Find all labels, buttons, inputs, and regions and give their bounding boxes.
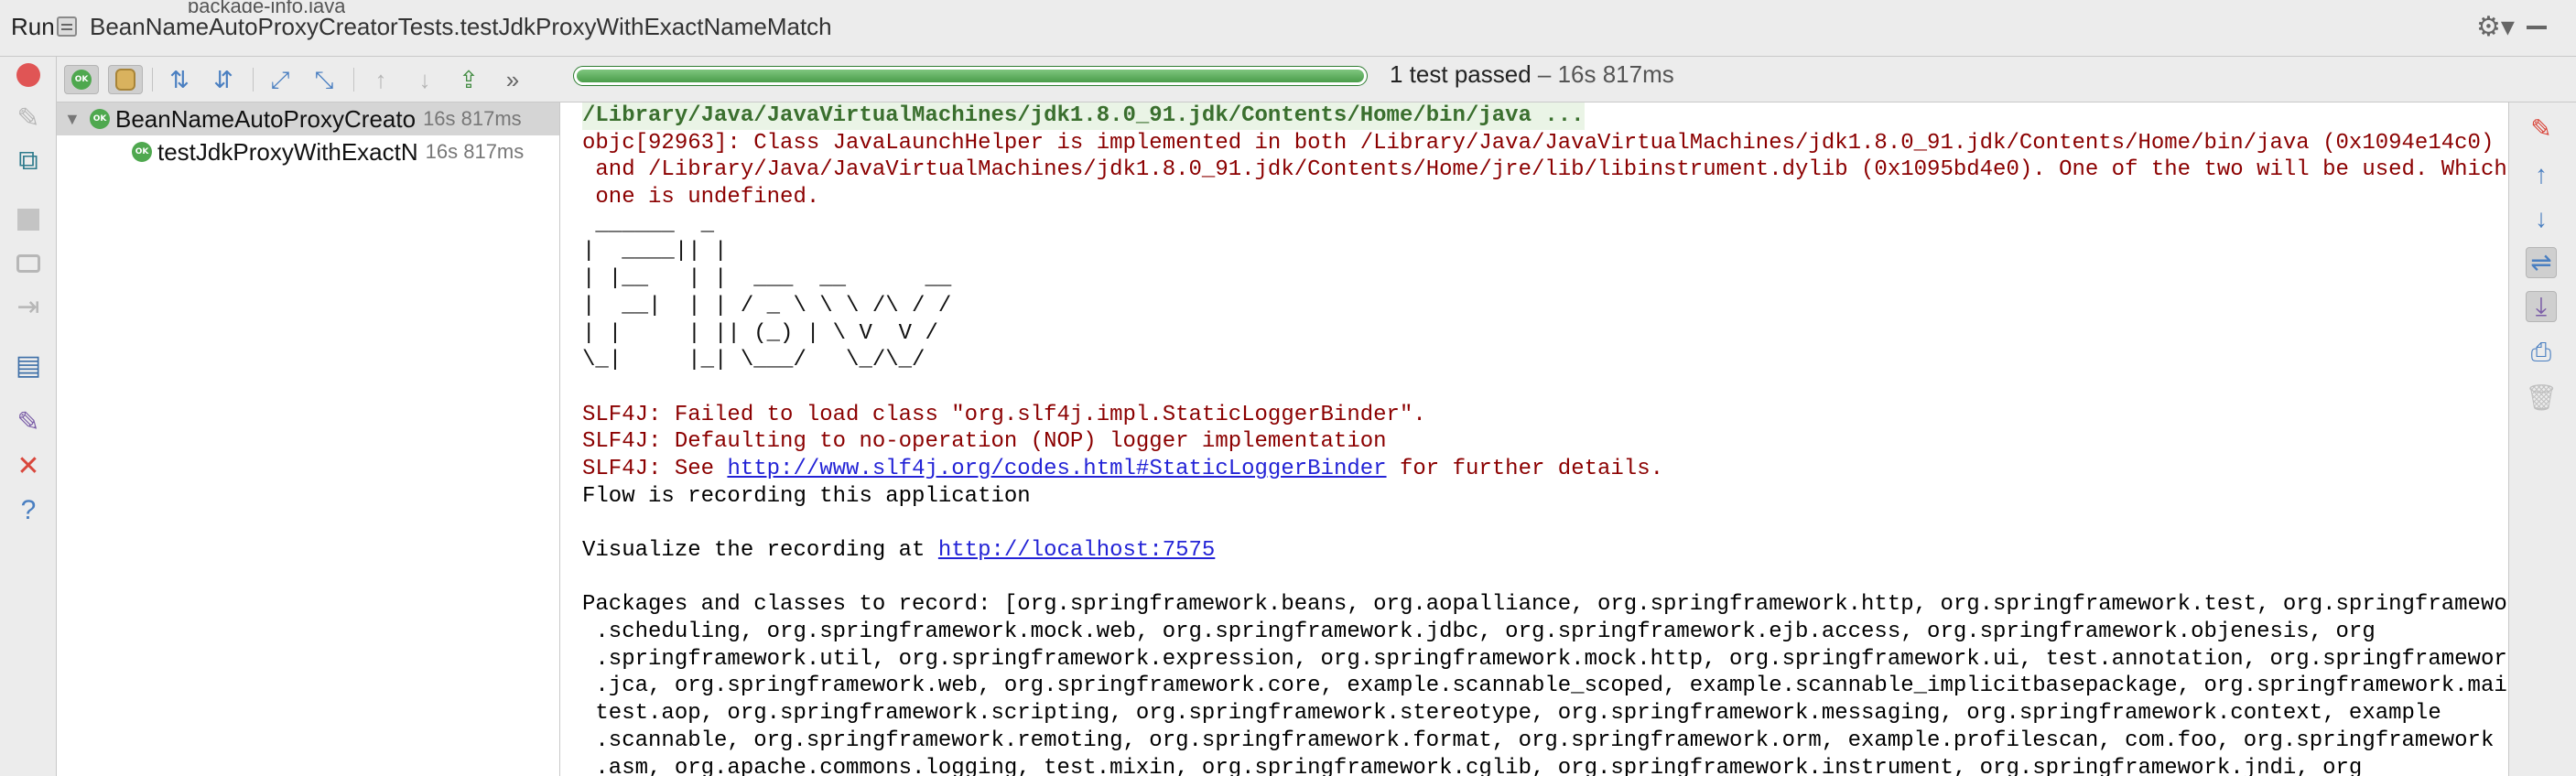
export-results-icon[interactable]: ⇪: [454, 65, 483, 94]
progress-bar: [573, 66, 1368, 86]
tree-item-label: testJdkProxyWithExactN: [157, 137, 418, 166]
sort-alphabetically-icon[interactable]: ⇅: [165, 65, 194, 94]
tree-item-duration: 16s 817ms: [423, 107, 522, 130]
trash-icon[interactable]: 🗑: [2525, 383, 2558, 414]
packages-line: .scheduling, org.springframework.mock.we…: [582, 620, 2376, 645]
packages-line: .springframework.util, org.springframewo…: [582, 646, 2508, 672]
exit-icon[interactable]: ⇥: [14, 293, 43, 322]
flow-recording-line: Flow is recording this application: [582, 483, 1031, 509]
collapse-all-icon[interactable]: ⤡: [309, 65, 339, 94]
close-icon[interactable]: ✕: [14, 452, 43, 481]
partial-editor-tab: package-info.java: [188, 0, 346, 13]
tree-item-class[interactable]: ▼ OK BeanNameAutoProxyCreato 16s 817ms: [57, 102, 559, 135]
next-failed-icon[interactable]: ↓: [410, 65, 439, 94]
title-bar: package-info.java Run BeanNameAutoProxyC…: [0, 0, 2576, 57]
packages-line: .scannable, org.springframework.remoting…: [582, 728, 2495, 753]
sort-by-duration-icon[interactable]: ⇵: [209, 65, 238, 94]
up-arrow-icon[interactable]: ↑: [2526, 159, 2557, 190]
scroll-to-end-icon[interactable]: ⤓: [2526, 291, 2557, 322]
tree-item-test[interactable]: OK testJdkProxyWithExactN 16s 817ms: [57, 135, 559, 168]
stop-all-icon[interactable]: [14, 60, 43, 90]
show-ignored-icon[interactable]: [108, 65, 143, 94]
edit-icon[interactable]: ✎: [2526, 113, 2557, 145]
test-status: 1 test passed – 16s 817ms: [1390, 60, 1674, 88]
console-command: /Library/Java/JavaVirtualMachines/jdk1.8…: [582, 102, 1585, 130]
hide-panel-icon[interactable]: [2527, 26, 2547, 29]
more-icon[interactable]: »: [498, 65, 527, 94]
tree-item-label: BeanNameAutoProxyCreato: [115, 104, 417, 133]
packages-line: .asm, org.apache.commons.logging, test.m…: [582, 755, 2363, 776]
down-arrow-icon[interactable]: ↓: [2526, 203, 2557, 234]
progress-fill: [577, 70, 1364, 82]
stop-icon[interactable]: [14, 205, 43, 234]
soft-wrap-icon[interactable]: ⇌: [2526, 247, 2557, 278]
layout-icon[interactable]: ▤: [14, 351, 43, 381]
visualize-line: Visualize the recording at http://localh…: [582, 538, 1216, 563]
run-config-icon: [57, 16, 77, 37]
ok-icon: OK: [132, 142, 152, 162]
status-duration: – 16s 817ms: [1531, 60, 1674, 88]
ascii-art-line: \_| |_| \___/ \_/\_/: [582, 348, 925, 373]
pin-icon[interactable]: ✎: [14, 104, 43, 134]
console-objc-line: one is undefined.: [582, 185, 820, 210]
ascii-art-line: | ____|| |: [582, 239, 728, 264]
chevron-down-icon[interactable]: ▼: [64, 110, 81, 129]
help-icon[interactable]: ?: [14, 496, 43, 525]
run-config-name[interactable]: BeanNameAutoProxyCreatorTests.testJdkPro…: [90, 13, 832, 41]
run-label: Run: [11, 13, 55, 40]
ascii-art-line: | | | || (_) | \ V V /: [582, 320, 938, 346]
console-objc-line: and /Library/Java/JavaVirtualMachines/jd…: [582, 157, 2507, 183]
restore-layout-icon[interactable]: ⧉: [14, 146, 43, 176]
localhost-link[interactable]: http://localhost:7575: [938, 538, 1215, 563]
gear-icon[interactable]: ⚙▾: [2476, 11, 2515, 43]
packages-line: .jca, org.springframework.web, org.sprin…: [582, 674, 2508, 699]
pin-tab-icon[interactable]: ✎: [14, 408, 43, 437]
ascii-art-line: ______ _: [582, 211, 715, 237]
previous-failed-icon[interactable]: ↑: [366, 65, 395, 94]
print-icon[interactable]: ⎙: [2526, 337, 2557, 368]
console-output[interactable]: /Library/Java/JavaVirtualMachines/jdk1.8…: [560, 102, 2508, 776]
test-tree: ▼ OK BeanNameAutoProxyCreato 16s 817ms O…: [57, 102, 560, 776]
packages-line: test.aop, org.springframework.scripting,…: [582, 701, 2441, 727]
ascii-art-line: | __| | | / _ \ \ \ /\ / /: [582, 293, 952, 318]
ok-icon: OK: [90, 109, 110, 129]
dump-threads-icon[interactable]: [14, 249, 43, 278]
show-passed-icon[interactable]: OK: [64, 65, 99, 94]
slf4j-line: SLF4J: Failed to load class "org.slf4j.i…: [582, 402, 1426, 427]
slf4j-line: SLF4J: Defaulting to no-operation (NOP) …: [582, 429, 1387, 455]
tree-item-duration: 16s 817ms: [425, 140, 525, 163]
ascii-art-line: | |__ | | ___ __ __: [582, 266, 952, 292]
status-text: 1 test passed: [1390, 60, 1532, 88]
console-objc-line: objc[92963]: Class JavaLaunchHelper is i…: [582, 130, 2495, 156]
slf4j-line: SLF4J: See http://www.slf4j.org/codes.ht…: [582, 456, 1664, 481]
expand-all-icon[interactable]: ⤢: [265, 65, 295, 94]
right-toolbar: ✎ ↑ ↓ ⇌ ⤓ ⎙ 🗑: [2508, 102, 2576, 776]
packages-line: Packages and classes to record: [org.spr…: [582, 592, 2508, 618]
left-toolbar: ✎ ⧉ ⇥ ▤ ✎ ✕ ?: [0, 57, 57, 776]
slf4j-link[interactable]: http://www.slf4j.org/codes.html#StaticLo…: [727, 457, 1386, 481]
